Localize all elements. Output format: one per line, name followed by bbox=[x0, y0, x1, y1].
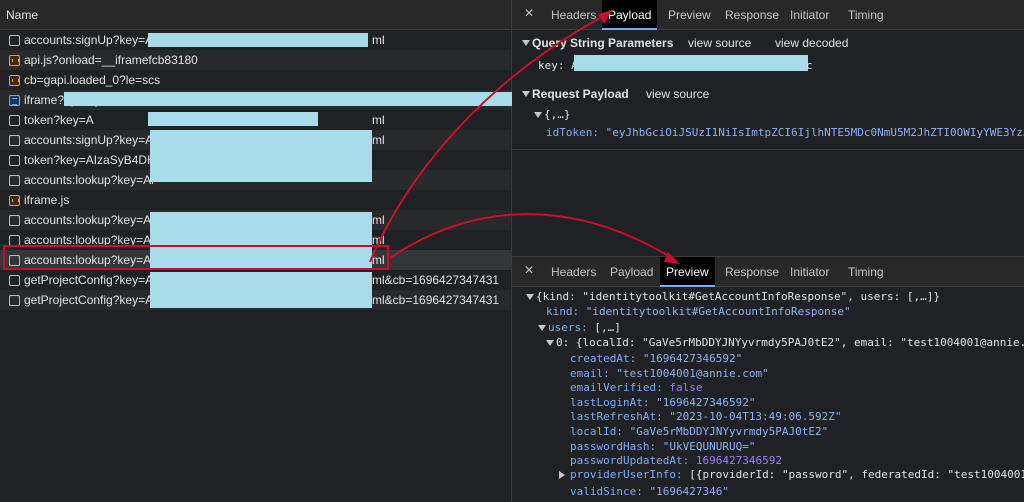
user-field-row: createdAt: "1696427346592" bbox=[570, 352, 743, 365]
request-name: accounts:lookup?key=Al bbox=[24, 173, 154, 187]
user-field-row: email: "test1004001@annie.com" bbox=[570, 366, 769, 380]
request-name: accounts:lookup?key=Al bbox=[24, 213, 154, 227]
redaction-bar bbox=[64, 92, 514, 106]
user-field-row: lastRefreshAt: "2023-10-04T13:49:06.592Z… bbox=[570, 410, 842, 424]
user-field-row: passwordUpdatedAt: 1696427346592 bbox=[570, 454, 782, 468]
empty-area bbox=[512, 150, 1024, 256]
selected-request-highlight bbox=[3, 245, 389, 270]
script-file-icon bbox=[9, 195, 20, 206]
checkbox-icon bbox=[9, 155, 20, 166]
valid-since-row: validSince: "1696427346" bbox=[570, 485, 729, 498]
checkbox-icon bbox=[9, 135, 20, 146]
document-page-icon bbox=[9, 95, 20, 106]
request-name: api.js?onload=__iframefcb83180 bbox=[24, 53, 198, 67]
request-name-tail: ml&cb=1696427347431 bbox=[372, 273, 500, 287]
tab-payload[interactable]: Payload bbox=[604, 257, 659, 287]
tab-response[interactable]: Response bbox=[719, 0, 785, 30]
redaction-bar bbox=[150, 272, 372, 308]
request-name-tail: ml bbox=[372, 33, 385, 47]
chevron-down-icon[interactable] bbox=[538, 325, 546, 331]
redaction-bar bbox=[574, 55, 808, 71]
query-param-key-row: key: A bbox=[538, 59, 578, 72]
request-name: accounts:signUp?key=A bbox=[24, 33, 154, 47]
tab-preview[interactable]: Preview bbox=[660, 257, 715, 287]
redaction-bar bbox=[150, 130, 372, 182]
idtoken-row: idToken: "eyJhbGciOiJSUzI1NiIsImtpZCI6Ij… bbox=[546, 126, 1024, 139]
request-name-tail: ml bbox=[372, 133, 385, 147]
request-name-tail: ml bbox=[372, 213, 385, 227]
request-row[interactable]: api.js?onload=__iframefcb83180 bbox=[0, 50, 511, 70]
preview-panel: × Headers Payload Preview Response Initi… bbox=[512, 256, 1024, 502]
view-source-link[interactable]: view source bbox=[646, 87, 709, 101]
checkbox-icon bbox=[9, 295, 20, 306]
tab-response[interactable]: Response bbox=[719, 257, 785, 287]
user-field-row: localId: "GaVe5rMbDDYJNYyvrmdy5PAJ0tE2" bbox=[570, 425, 829, 438]
tab-bar-bottom: × Headers Payload Preview Response Initi… bbox=[512, 257, 1024, 287]
chevron-down-icon[interactable] bbox=[522, 40, 530, 46]
request-name: iframe.js bbox=[24, 193, 70, 207]
request-list-panel: Name accounts:signUp?key=A ml api.js?onloa… bbox=[0, 0, 514, 502]
user-field-row: passwordHash: "UkVEQUNURUQ=" bbox=[570, 439, 756, 453]
request-name: cb=gapi.loaded_0?le=scs bbox=[24, 73, 161, 87]
chevron-down-icon[interactable] bbox=[534, 112, 542, 118]
view-source-link[interactable]: view source bbox=[688, 36, 751, 50]
chevron-down-icon[interactable] bbox=[522, 91, 530, 97]
request-row[interactable]: cb=gapi.loaded_0?le=scs bbox=[0, 70, 511, 90]
checkbox-icon bbox=[9, 115, 20, 126]
script-file-icon bbox=[9, 55, 20, 66]
payload-panel: × Headers Payload Preview Response Initi… bbox=[512, 0, 1024, 150]
request-name: getProjectConfig?key=A bbox=[24, 273, 154, 287]
tab-timing[interactable]: Timing bbox=[842, 257, 890, 287]
request-row[interactable]: iframe.js bbox=[0, 190, 511, 210]
close-icon[interactable]: × bbox=[522, 263, 536, 279]
provider-user-info-row[interactable]: providerUserInfo: [{providerId: "passwor… bbox=[570, 468, 1024, 481]
user-field-row: lastLoginAt: "1696427346592" bbox=[570, 395, 756, 409]
tab-bar-top: × Headers Payload Preview Response Initi… bbox=[512, 0, 1024, 30]
name-column-header[interactable]: Name bbox=[0, 0, 511, 30]
checkbox-icon bbox=[9, 35, 20, 46]
view-decoded-link[interactable]: view decoded bbox=[775, 36, 848, 50]
tab-payload[interactable]: Payload bbox=[602, 0, 658, 30]
preview-users-row[interactable]: users: [,…] bbox=[548, 321, 621, 334]
tab-headers[interactable]: Headers bbox=[545, 0, 602, 30]
tab-timing[interactable]: Timing bbox=[842, 0, 890, 30]
request-name: accounts:signUp?key=Al bbox=[24, 133, 156, 147]
request-name-tail: ml&cb=1696427347431 bbox=[372, 293, 500, 307]
tab-initiator[interactable]: Initiator bbox=[784, 257, 835, 287]
preview-user0-row[interactable]: 0: {localId: "GaVe5rMbDDYJNYyvrmdy5PAJ0t… bbox=[556, 336, 1024, 349]
request-payload-title[interactable]: Request Payload bbox=[532, 87, 629, 101]
redaction-bar bbox=[148, 112, 318, 126]
preview-kind-row: kind: "identitytoolkit#GetAccountInfoRes… bbox=[546, 305, 851, 318]
user-field-row: emailVerified: false bbox=[570, 381, 703, 395]
tab-preview[interactable]: Preview bbox=[662, 0, 717, 30]
query-param-key-tail: c bbox=[806, 59, 813, 72]
checkbox-icon bbox=[9, 175, 20, 186]
payload-object-summary[interactable]: {,…} bbox=[544, 108, 571, 121]
checkbox-icon bbox=[9, 275, 20, 286]
tab-initiator[interactable]: Initiator bbox=[784, 0, 835, 30]
tab-headers[interactable]: Headers bbox=[545, 257, 602, 287]
redaction-bar bbox=[148, 33, 368, 47]
script-file-icon bbox=[9, 75, 20, 86]
checkbox-icon bbox=[9, 215, 20, 226]
query-string-parameters-title[interactable]: Query String Parameters bbox=[532, 36, 673, 50]
request-name-tail: ml bbox=[372, 113, 385, 127]
close-icon[interactable]: × bbox=[522, 6, 536, 22]
request-name: getProjectConfig?key=A bbox=[24, 293, 154, 307]
chevron-down-icon[interactable] bbox=[526, 294, 534, 300]
chevron-down-icon[interactable] bbox=[546, 340, 554, 346]
preview-root-row[interactable]: {kind: "identitytoolkit#GetAccountInfoRe… bbox=[536, 290, 940, 303]
chevron-right-icon[interactable] bbox=[559, 471, 565, 479]
request-name: token?key=AIzaSyB4DHf bbox=[24, 153, 160, 167]
request-name: token?key=A bbox=[24, 113, 94, 127]
